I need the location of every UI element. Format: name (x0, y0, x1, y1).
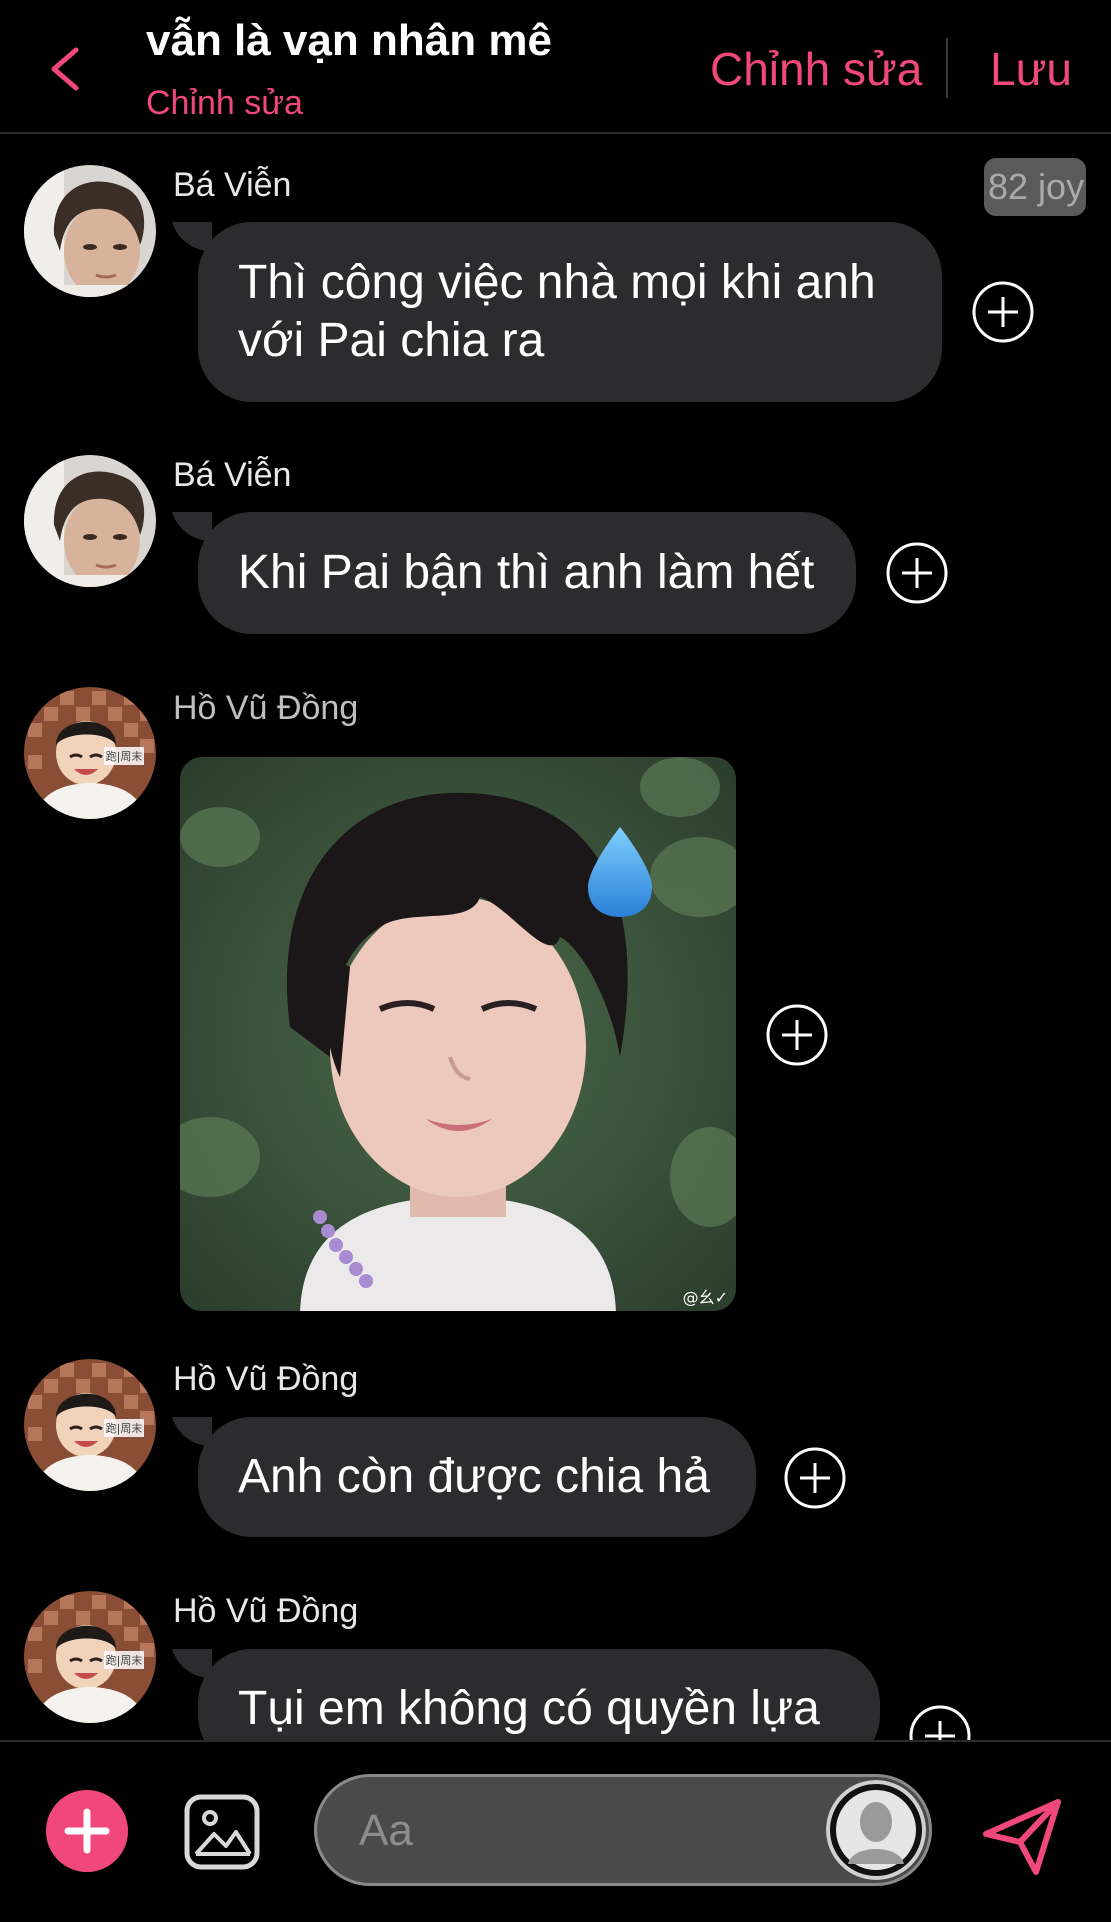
avatar-badge-text: 跑|周末 (106, 749, 143, 763)
message-text: Anh còn được chia hả (238, 1450, 710, 1503)
message-bubble: Khi Pai bận thì anh làm hết (198, 512, 856, 634)
message-input[interactable] (357, 1799, 801, 1863)
persona-avatar-icon[interactable] (826, 1780, 926, 1880)
header: vẫn là vạn nhân mê Chỉnh sửa Chỉnh sửa L… (0, 0, 1111, 134)
avatar-ho-vu-dong[interactable]: 跑|周末 (24, 1359, 156, 1491)
message-text: Tụi em không có quyền lựa (238, 1682, 820, 1735)
add-plus-icon[interactable] (46, 1790, 128, 1872)
save-button[interactable]: Lưu (990, 42, 1072, 96)
header-divider (946, 38, 948, 98)
send-icon[interactable] (980, 1794, 1064, 1878)
message-bubble: Thì công việc nhà mọi khi anh với Pai ch… (198, 222, 942, 402)
add-reaction-plus-icon[interactable] (766, 1004, 828, 1066)
sender-name: Hồ Vũ Đồng (173, 689, 359, 727)
sender-name: Bá Viễn (173, 166, 292, 204)
avatar-ba-vien[interactable] (24, 165, 156, 297)
edit-button[interactable]: Chỉnh sửa (710, 42, 922, 96)
photo-watermark: @幺✓ (683, 1288, 728, 1307)
back-chevron-icon[interactable] (44, 44, 88, 94)
avatar-ba-vien[interactable] (24, 455, 156, 587)
add-reaction-plus-icon[interactable] (886, 542, 948, 604)
joy-count-badge: 82 joy (984, 158, 1086, 216)
conversation-title: vẫn là vạn nhân mê (146, 16, 552, 65)
sender-name: Hồ Vũ Đồng (173, 1360, 359, 1398)
avatar-ho-vu-dong[interactable]: 跑|周末 (24, 687, 156, 819)
message-bubble: Anh còn được chia hả (198, 1417, 756, 1537)
avatar-ho-vu-dong[interactable]: 跑|周末 (24, 1591, 156, 1723)
image-gallery-icon[interactable] (184, 1794, 260, 1870)
add-reaction-plus-icon[interactable] (784, 1447, 846, 1509)
edit-subtitle-link[interactable]: Chỉnh sửa (146, 84, 303, 123)
avatar-badge-text: 跑|周末 (106, 1653, 143, 1667)
sender-name: Bá Viễn (173, 456, 292, 494)
shared-photo[interactable]: @幺✓ (180, 757, 736, 1311)
avatar-badge-text: 跑|周末 (106, 1421, 143, 1435)
sender-name: Hồ Vũ Đồng (173, 1592, 359, 1630)
message-text: Thì công việc nhà mọi khi anh với Pai ch… (238, 256, 876, 367)
add-reaction-plus-icon[interactable] (972, 281, 1034, 343)
message-text: Khi Pai bận thì anh làm hết (238, 546, 815, 599)
